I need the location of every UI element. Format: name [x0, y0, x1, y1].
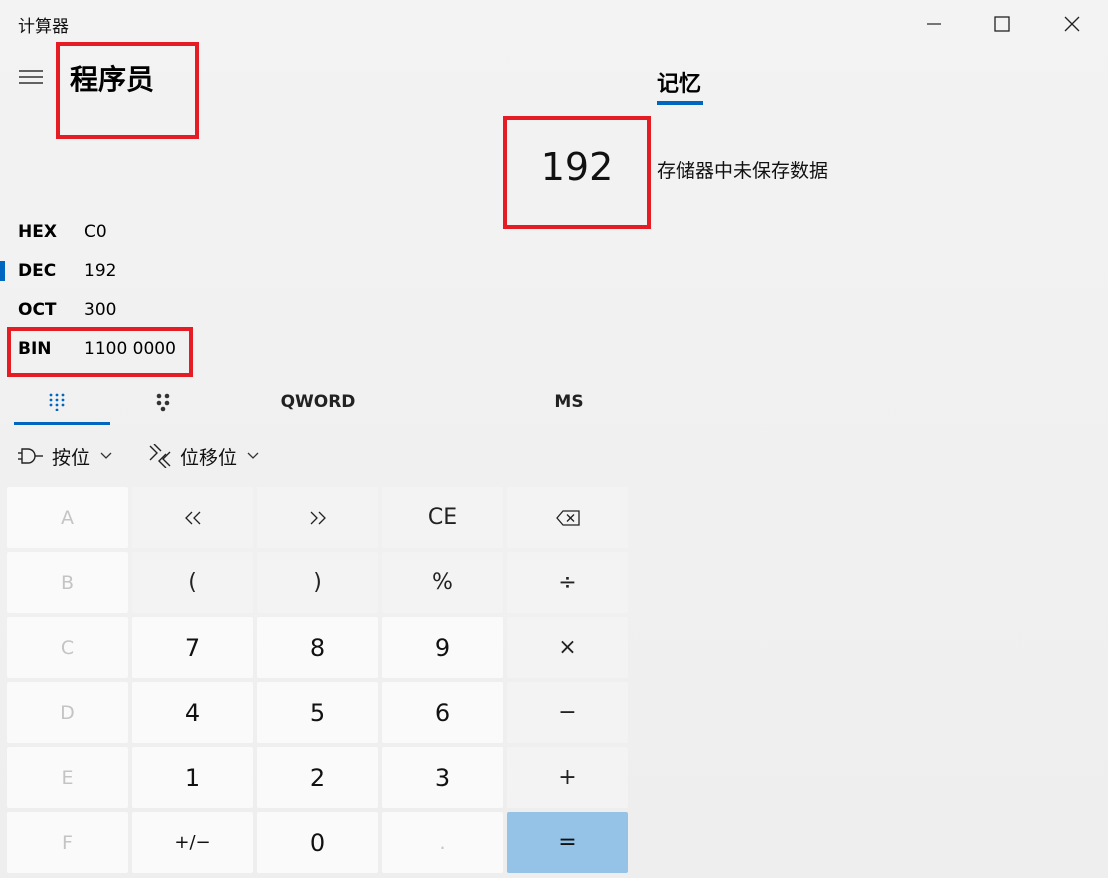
tab-memory[interactable]: 记忆	[657, 66, 701, 98]
logic-gate-icon	[18, 448, 43, 464]
key-backspace[interactable]	[507, 487, 628, 548]
radix-row-dec[interactable]: DEC 192	[0, 252, 200, 290]
key-hex-d: D	[7, 682, 128, 743]
key-multiply[interactable]: ×	[507, 617, 628, 678]
key-0[interactable]: 0	[257, 812, 378, 873]
operators-row: 按位 位移位	[6, 430, 628, 482]
key-hex-e: E	[7, 747, 128, 808]
double-chevron-right-icon	[310, 511, 326, 524]
chevron-down-icon	[100, 452, 112, 459]
bit-toggle-icon	[156, 393, 170, 412]
key-equals[interactable]: =	[507, 812, 628, 873]
key-4[interactable]: 4	[132, 682, 253, 743]
key-hex-f: F	[7, 812, 128, 873]
key-subtract[interactable]: −	[507, 682, 628, 743]
radix-value: 300	[84, 300, 117, 320]
key-add[interactable]: +	[507, 747, 628, 808]
key-hex-c: C	[7, 617, 128, 678]
close-icon	[1064, 16, 1080, 32]
bit-shift-icon	[149, 444, 171, 468]
tab-bit-toggling-keypad[interactable]	[118, 380, 208, 424]
bit-shift-label: 位移位	[180, 446, 238, 469]
key-decimal: .	[382, 812, 503, 873]
keypad-tab-underline	[14, 422, 110, 425]
key-divide[interactable]: ÷	[507, 552, 628, 613]
highlight-box-mode-title	[56, 42, 199, 139]
key-6[interactable]: 6	[382, 682, 503, 743]
tab-full-keypad[interactable]	[6, 380, 108, 424]
key-5[interactable]: 5	[257, 682, 378, 743]
highlight-box-display	[503, 116, 651, 229]
key-clear-entry[interactable]: CE	[382, 487, 503, 548]
key-2[interactable]: 2	[257, 747, 378, 808]
key-1[interactable]: 1	[132, 747, 253, 808]
memory-store-button[interactable]: MS	[506, 380, 632, 424]
bit-shift-dropdown[interactable]: 位移位	[148, 430, 259, 482]
app-title: 计算器	[18, 17, 69, 37]
radix-label: DEC	[18, 261, 57, 281]
close-button[interactable]	[1038, 0, 1106, 48]
radix-label: OCT	[18, 300, 57, 320]
bitwise-label: 按位	[52, 446, 91, 469]
key-open-paren[interactable]: (	[132, 552, 253, 613]
key-7[interactable]: 7	[132, 617, 253, 678]
keypad-icon	[49, 393, 65, 411]
radix-row-hex[interactable]: HEX C0	[0, 213, 200, 251]
minimize-button[interactable]	[900, 0, 968, 48]
navigation-menu-button[interactable]	[16, 64, 46, 90]
word-size-button[interactable]: QWORD	[238, 380, 398, 424]
minimize-icon	[927, 23, 941, 25]
calculator-window: 计算器 程序员 192 记忆 存储器中未保存数据 HEX C0 DEC 192 …	[0, 0, 1108, 878]
key-hex-a: A	[7, 487, 128, 548]
title-bar: 计算器	[0, 0, 1108, 48]
memory-tab-underline	[657, 101, 703, 105]
maximize-icon	[994, 16, 1010, 32]
key-left-shift[interactable]	[132, 487, 253, 548]
radix-label: HEX	[18, 222, 57, 242]
key-percent[interactable]: %	[382, 552, 503, 613]
hamburger-icon	[19, 70, 43, 84]
key-9[interactable]: 9	[382, 617, 503, 678]
key-8[interactable]: 8	[257, 617, 378, 678]
radix-value: C0	[84, 222, 107, 242]
backspace-icon	[555, 509, 580, 526]
highlight-box-bin	[7, 327, 193, 377]
mode-row: QWORD MS	[6, 380, 628, 426]
chevron-down-icon	[247, 452, 259, 459]
radix-row-oct[interactable]: OCT 300	[0, 291, 200, 329]
key-close-paren[interactable]: )	[257, 552, 378, 613]
key-right-shift[interactable]	[257, 487, 378, 548]
maximize-button[interactable]	[968, 0, 1036, 48]
memory-empty-message: 存储器中未保存数据	[657, 160, 829, 182]
key-hex-b: B	[7, 552, 128, 613]
radix-value: 192	[84, 261, 117, 281]
key-negate[interactable]: +/−	[132, 812, 253, 873]
double-chevron-left-icon	[184, 511, 200, 524]
bitwise-dropdown[interactable]: 按位	[18, 430, 112, 482]
key-3[interactable]: 3	[382, 747, 503, 808]
